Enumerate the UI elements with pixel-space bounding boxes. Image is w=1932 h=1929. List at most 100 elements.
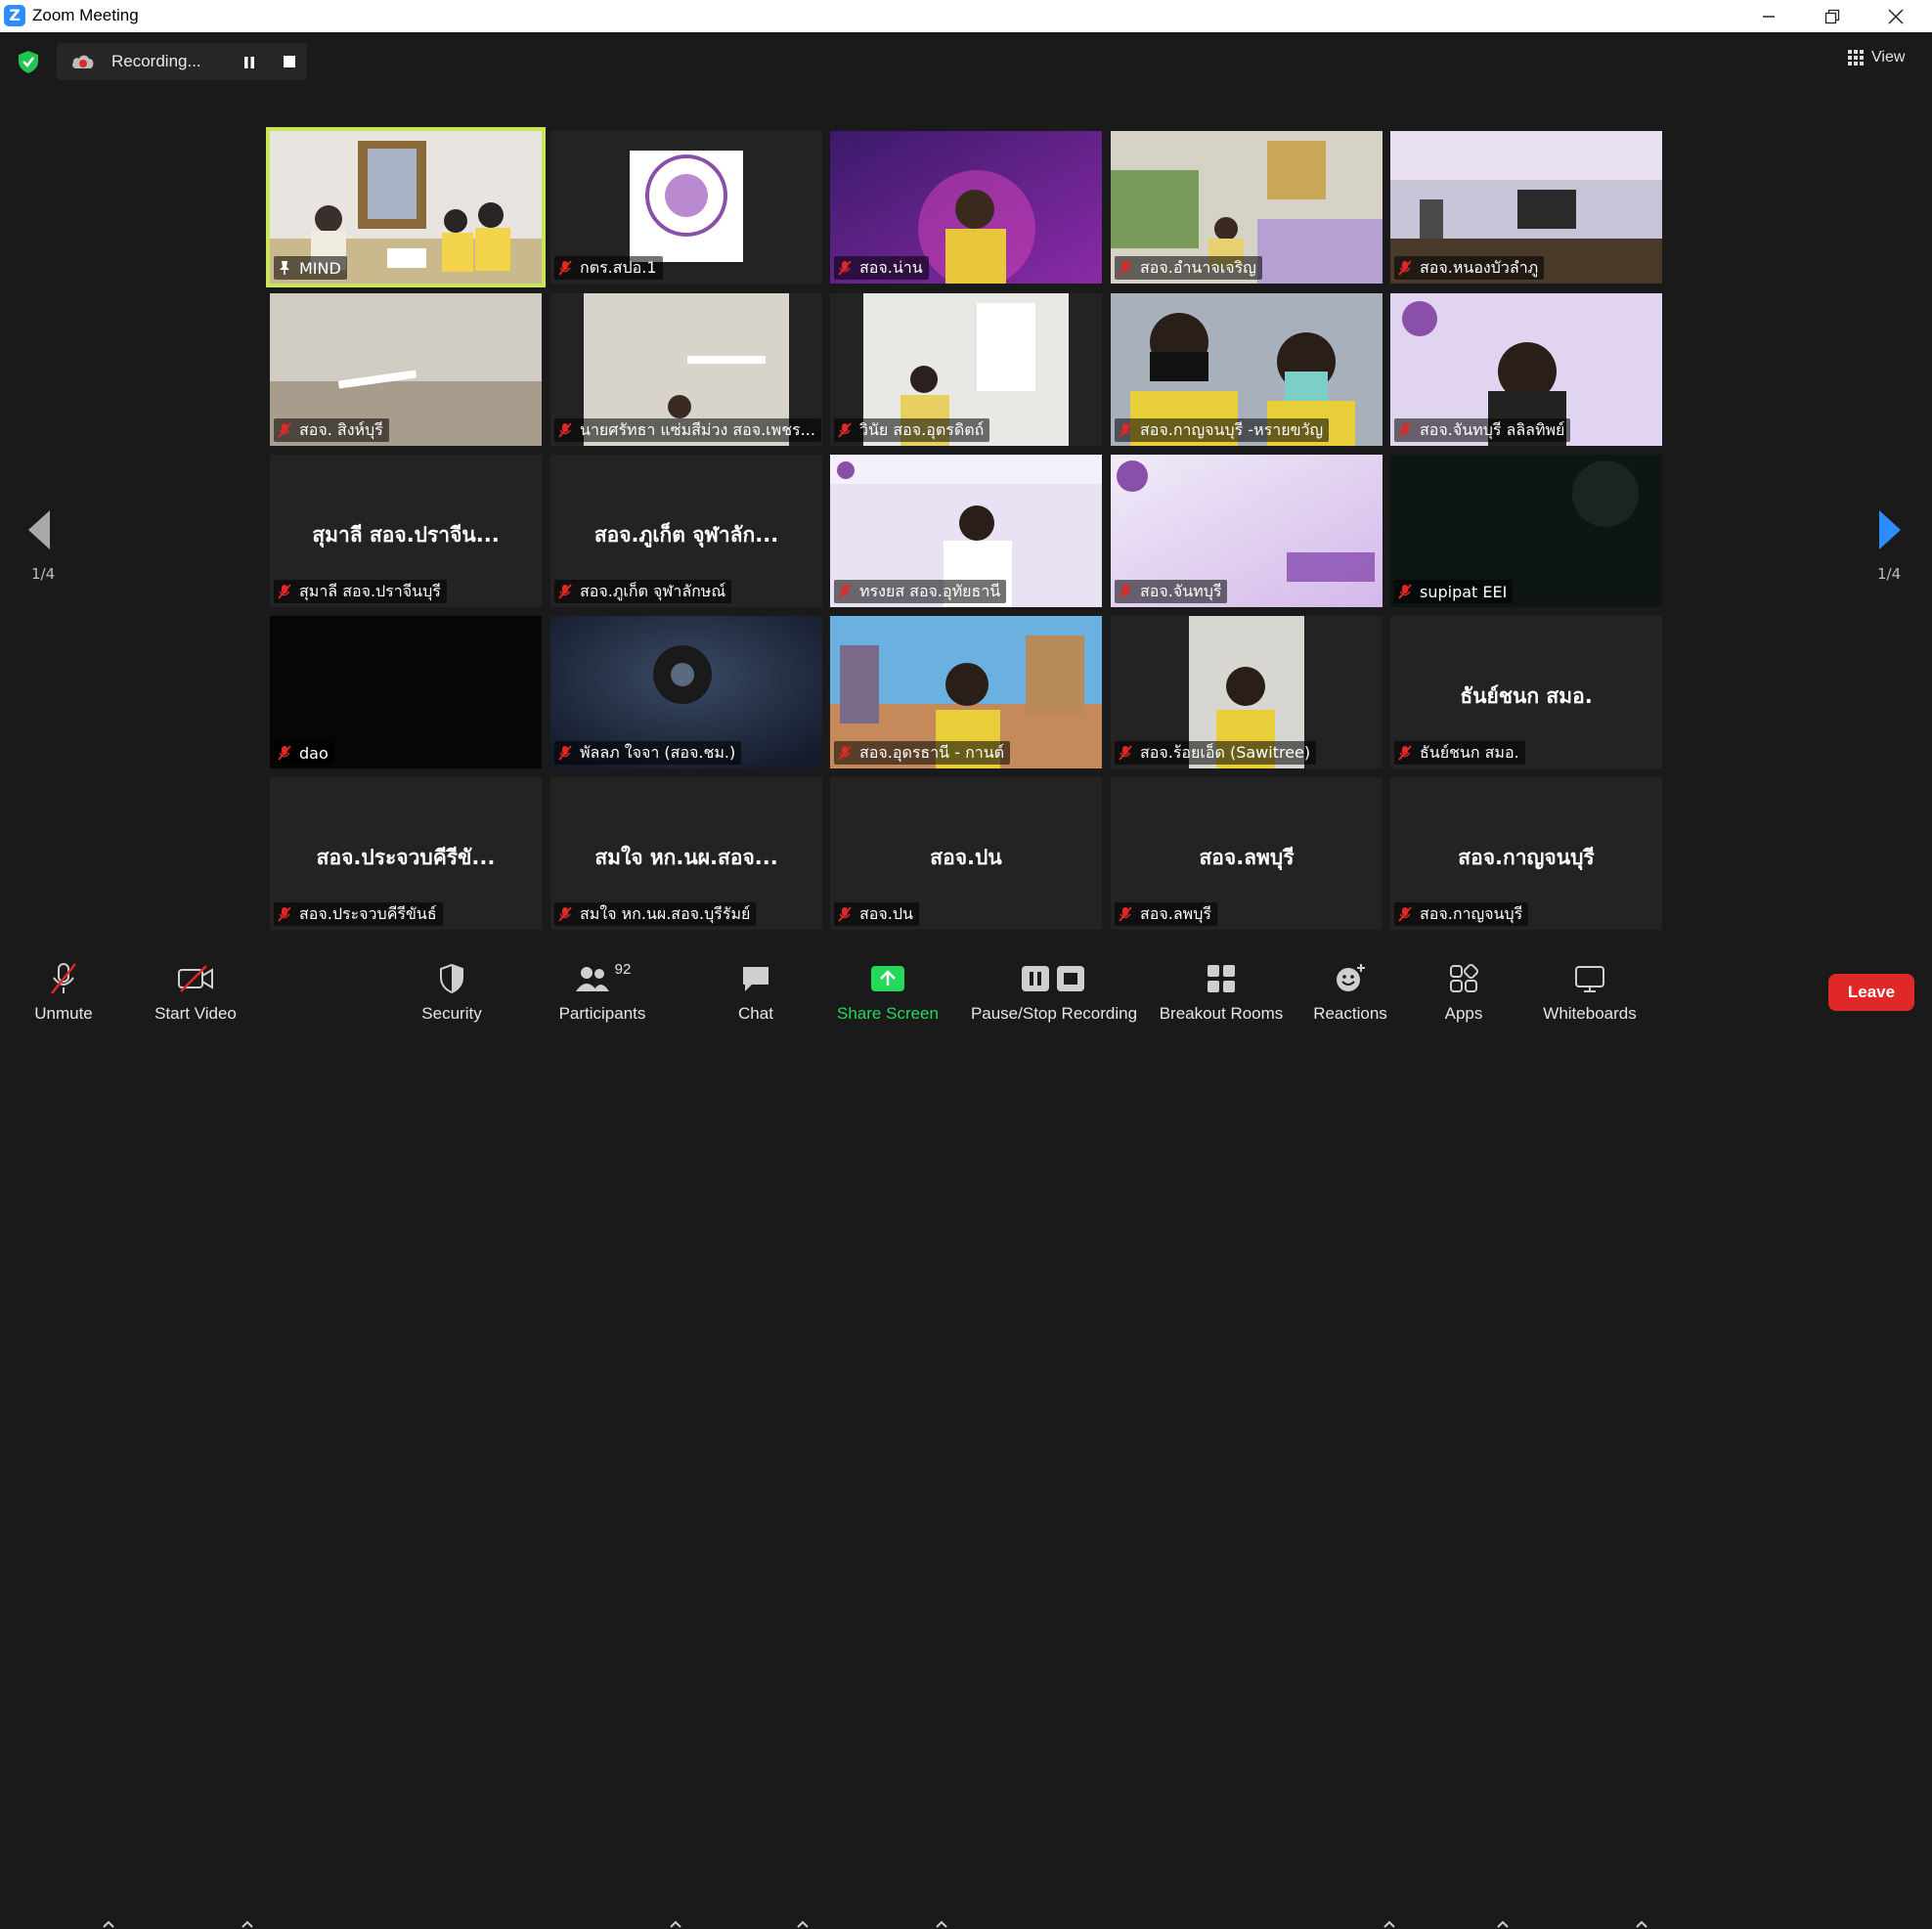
muted-mic-icon — [1398, 584, 1412, 599]
muted-mic-icon — [278, 422, 291, 438]
participant-tile[interactable]: สอจ.อุดรธานี - กานต์ — [830, 616, 1102, 768]
participant-tile[interactable]: สอจ. สิงห์บุรี — [270, 293, 542, 446]
participant-tile[interactable]: พัลลภ ใจจา (สอจ.ชม.) — [550, 616, 822, 768]
security-shield-icon — [440, 963, 463, 994]
chat-button[interactable]: Chat — [724, 945, 788, 1024]
participant-tile[interactable]: สอจ.ประจวบคีรีขั... สอจ.ประจวบคีรีขันธ์ — [270, 777, 542, 930]
participant-name-label: สอจ.ร้อยเอ็ด (Sawitree) — [1115, 741, 1317, 765]
close-button[interactable] — [1867, 0, 1924, 32]
participants-count: 92 — [614, 960, 632, 978]
muted-mic-icon — [838, 906, 852, 922]
participant-tile[interactable]: สอจ.ลพบุรี สอจ.ลพบุรี — [1111, 777, 1383, 930]
unmute-button[interactable]: Unmute — [23, 945, 104, 1024]
security-button[interactable]: Security — [411, 945, 493, 1024]
reactions-button[interactable]: Reactions — [1310, 945, 1390, 1024]
leave-button[interactable]: Leave — [1828, 974, 1914, 1011]
participant-tile[interactable]: ทรงยส สอจ.อุทัยธานี — [830, 455, 1102, 607]
participant-tile[interactable]: วินัย สอจ.อุตรดิตถ์ — [830, 293, 1102, 446]
participants-button[interactable]: 92 Participants — [553, 945, 651, 1024]
participant-name-label: สอจ.น่าน — [834, 256, 929, 280]
chevron-up-icon[interactable] — [935, 1919, 948, 1929]
chevron-up-icon[interactable] — [1383, 1919, 1396, 1929]
whiteboards-button[interactable]: Whiteboards — [1537, 945, 1643, 1024]
restore-button[interactable] — [1804, 0, 1861, 32]
chevron-up-icon[interactable] — [796, 1919, 810, 1929]
recording-indicator: Recording... — [57, 43, 307, 80]
muted-mic-icon — [1398, 422, 1412, 438]
participant-display-name: สอจ.กาญจนบุรี — [1458, 846, 1595, 869]
participant-name-label: สอจ.ลพบุรี — [1115, 902, 1217, 926]
participant-name-label: supipat EEI — [1394, 580, 1514, 603]
participant-tile[interactable]: นายศรัทธา แซ่มสีม่วง สอจ.เพชร... — [550, 293, 822, 446]
participant-tile[interactable]: สอจ.น่าน — [830, 131, 1102, 284]
muted-mic-icon — [278, 745, 291, 761]
participant-tile[interactable]: สอจ.ปน สอจ.ปน — [830, 777, 1102, 930]
muted-mic-icon — [1119, 422, 1132, 438]
participant-display-name: ธันย์ชนก สมอ. — [1460, 684, 1593, 708]
participant-tile[interactable]: supipat EEI — [1390, 455, 1662, 607]
pause-stop-recording-button[interactable]: Pause/Stop Recording — [968, 945, 1140, 1024]
muted-mic-icon — [838, 260, 852, 276]
chevron-up-icon[interactable] — [669, 1919, 682, 1929]
participant-tile[interactable]: ธันย์ชนก สมอ. ธันย์ชนก สมอ. — [1390, 616, 1662, 768]
chevron-up-icon[interactable] — [102, 1919, 115, 1929]
page-indicator-right: 1/4 — [1877, 565, 1902, 583]
participant-tile[interactable]: สอจ.กาญจนบุรี -หรายขวัญ — [1111, 293, 1383, 446]
muted-mic-icon — [838, 584, 852, 599]
participant-name-label: นายศรัทธา แซ่มสีม่วง สอจ.เพชร... — [554, 418, 821, 442]
next-page-arrow-icon[interactable] — [1877, 508, 1903, 551]
apps-icon — [1450, 964, 1478, 992]
participant-tile[interactable]: สมใจ หก.นผ.สอจ... สมใจ หก.นผ.สอจ.บุรีรัม… — [550, 777, 822, 930]
participant-display-name: สอจ.ประจวบคีรีขั... — [316, 846, 496, 869]
muted-mic-icon — [558, 260, 572, 276]
window-title: Zoom Meeting — [32, 6, 139, 24]
participant-tile[interactable]: สอจ.ภูเก็ต จุฬาลัก... สอจ.ภูเก็ต จุฬาลัก… — [550, 455, 822, 607]
muted-mic-icon — [1119, 584, 1132, 599]
start-video-button[interactable]: Start Video — [147, 945, 244, 1024]
chevron-up-icon[interactable] — [1635, 1919, 1648, 1929]
minimize-button[interactable] — [1740, 0, 1797, 32]
participant-tile[interactable]: สอจ.จันทบุรี ลลิลทิพย์ — [1390, 293, 1662, 446]
participant-tile[interactable]: สอจ.จันทบุรี — [1111, 455, 1383, 607]
participant-tile[interactable]: MIND — [266, 127, 546, 287]
stop-recording-icon[interactable] — [284, 56, 295, 67]
encryption-shield-icon[interactable] — [16, 49, 41, 74]
participant-tile[interactable]: กตร.สปอ.1 — [550, 131, 822, 284]
previous-page-arrow-icon[interactable] — [26, 508, 52, 551]
pin-icon — [280, 261, 289, 275]
participant-name-label: MIND — [274, 256, 347, 280]
minimize-icon — [1763, 15, 1775, 18]
muted-mic-icon — [1398, 260, 1412, 276]
participant-display-name: สุมาลี สอจ.ปราจีน... — [312, 523, 500, 547]
share-screen-icon — [871, 966, 904, 991]
participant-name-label: สุมาลี สอจ.ปราจีนบุรี — [274, 580, 447, 603]
whiteboard-icon — [1575, 966, 1604, 992]
participant-tile[interactable]: สอจ.ร้อยเอ็ด (Sawitree) — [1111, 616, 1383, 768]
view-button[interactable]: View — [1848, 49, 1905, 66]
restore-icon — [1824, 9, 1840, 23]
participant-name-label: กตร.สปอ.1 — [554, 256, 663, 280]
participant-name-label: สอจ.ประจวบคีรีขันธ์ — [274, 902, 443, 926]
muted-mic-icon — [558, 906, 572, 922]
participant-tile[interactable]: สอจ.หนองบัวลำภู — [1390, 131, 1662, 284]
recording-label: Recording... — [111, 52, 201, 70]
participant-name-label: ทรงยส สอจ.อุทัยธานี — [834, 580, 1007, 603]
apps-button[interactable]: Apps — [1433, 945, 1494, 1024]
breakout-rooms-button[interactable]: Breakout Rooms — [1156, 945, 1287, 1024]
zoom-logo-icon: Z — [4, 5, 25, 26]
chevron-up-icon[interactable] — [1496, 1919, 1510, 1929]
participant-name-label: สอจ.จันทบุรี — [1115, 580, 1228, 603]
chat-icon — [743, 967, 768, 991]
participant-tile[interactable]: สอจ.อำนาจเจริญ — [1111, 131, 1383, 284]
participant-tile[interactable]: สุมาลี สอจ.ปราจีน... สุมาลี สอจ.ปราจีนบุ… — [270, 455, 542, 607]
muted-mic-icon — [838, 745, 852, 761]
share-screen-button[interactable]: Share Screen — [833, 945, 943, 1024]
reactions-emoji-icon — [1337, 964, 1365, 991]
pause-recording-icon[interactable] — [242, 56, 256, 69]
participant-tile[interactable]: สอจ.กาญจนบุรี สอจ.กาญจนบุรี — [1390, 777, 1662, 930]
participant-name-label: สอจ. สิงห์บุรี — [274, 418, 389, 442]
participant-name-label: สอจ.ปน — [834, 902, 919, 926]
participant-tile[interactable]: dao — [270, 616, 542, 768]
chevron-up-icon[interactable] — [241, 1919, 254, 1929]
title-bar: Z Zoom Meeting — [0, 0, 1932, 32]
